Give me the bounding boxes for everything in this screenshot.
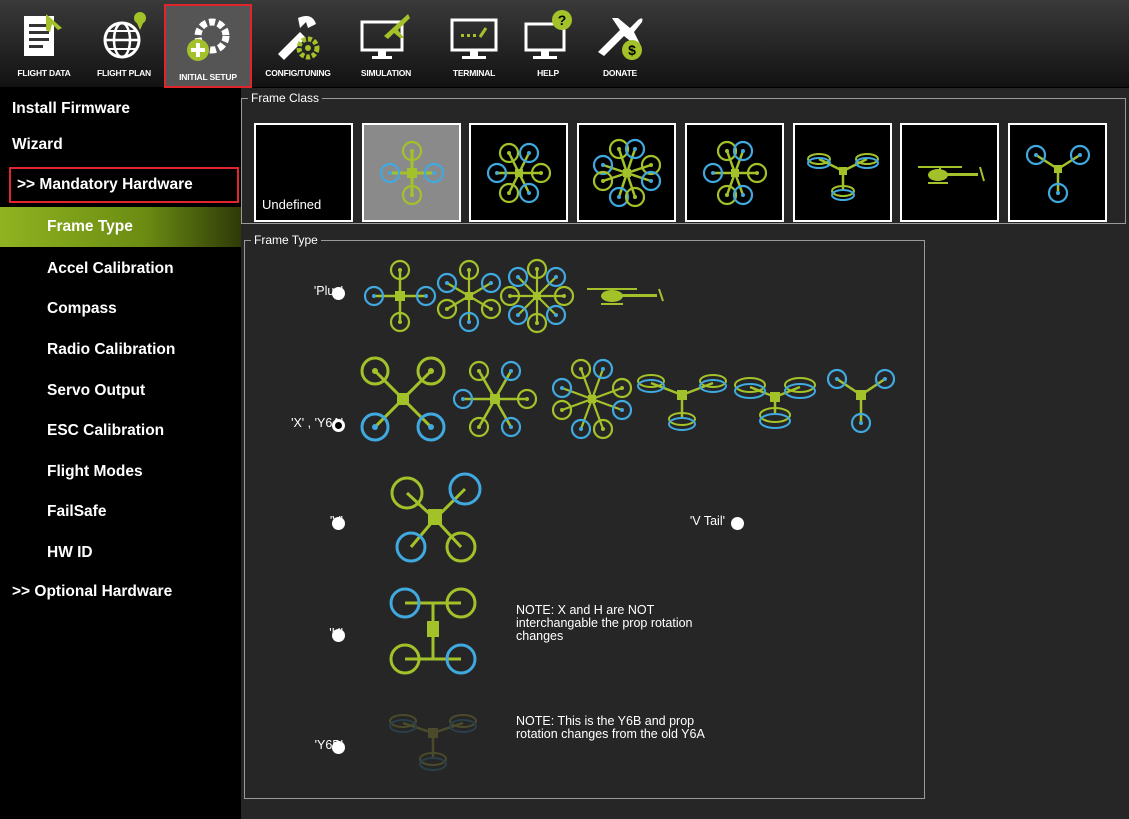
frame-class-hexa[interactable] (469, 123, 568, 222)
simulation-label: SIMULATION (360, 68, 412, 78)
frame-type-v-radio[interactable] (332, 517, 345, 530)
x-y6a-frames-image (360, 356, 896, 442)
donate-icon: $ (598, 18, 643, 60)
hexa-frame-icon (486, 142, 552, 204)
plus-frames-image (363, 258, 664, 334)
main-toolbar: FLIGHT DATA FLIGHT PLAN INITIAL SETUP CO… (0, 0, 1129, 88)
sidebar-item-hw-id[interactable]: HW ID (0, 533, 241, 573)
frame-class-title: Frame Class (248, 91, 323, 105)
frame-setup-panel: Frame Class Undefined Frame Type 'Plus' … (241, 88, 1129, 819)
h-frame-note: NOTE: X and H are NOT interchangable the… (516, 603, 693, 643)
frame-class-heli[interactable] (900, 123, 999, 222)
flight-data-label: FLIGHT DATA (17, 68, 71, 78)
donate-label: DONATE (602, 68, 638, 78)
heli-frame-icon (918, 166, 985, 184)
frame-class-group: Frame Class Undefined (241, 91, 1126, 224)
frame-type-h-radio[interactable] (332, 629, 345, 642)
help-icon: ? (524, 10, 572, 59)
flight-data-icon (24, 14, 62, 56)
sidebar-item-install-firmware[interactable]: Install Firmware (0, 89, 241, 129)
frame-class-octa[interactable] (577, 123, 676, 222)
sidebar-item-flight-modes[interactable]: Flight Modes (0, 452, 241, 492)
simulation-button[interactable]: SIMULATION (346, 2, 426, 84)
tri-frame-icon (1025, 144, 1091, 204)
frame-class-y6[interactable] (793, 123, 892, 222)
frame-type-title: Frame Type (251, 233, 321, 247)
sidebar-item-esc-calibration[interactable]: ESC Calibration (0, 411, 241, 451)
terminal-button[interactable]: TERMINAL (434, 2, 514, 84)
sidebar-item-servo-output[interactable]: Servo Output (0, 371, 241, 411)
y6-frame-icon (807, 153, 879, 201)
initial-setup-icon (187, 18, 230, 61)
frame-type-x-label: 'X' , 'Y6A' (291, 416, 343, 430)
frame-class-tri[interactable] (1008, 123, 1107, 222)
svg-text:?: ? (558, 12, 567, 28)
frame-type-vtail-radio[interactable] (731, 517, 744, 530)
config-tuning-label: CONFIG/TUNING (265, 68, 331, 78)
frame-class-undefined[interactable]: Undefined (254, 123, 353, 222)
quad-frame-icon (379, 140, 445, 206)
help-button[interactable]: ? HELP (508, 2, 588, 84)
flight-plan-icon (103, 12, 146, 59)
initial-setup-label: INITIAL SETUP (179, 72, 237, 82)
frame-type-y6b-radio[interactable] (332, 741, 345, 754)
sidebar-item-accel-calibration[interactable]: Accel Calibration (0, 249, 241, 289)
donate-button[interactable]: $ DONATE (580, 2, 660, 84)
frame-class-quad[interactable] (362, 123, 461, 222)
help-label: HELP (537, 68, 559, 78)
sidebar-item-radio-calibration[interactable]: Radio Calibration (0, 330, 241, 370)
flight-data-button[interactable]: FLIGHT DATA (4, 2, 84, 84)
octa-quad-frame-icon (702, 140, 768, 206)
sidebar-item-optional-hardware[interactable]: >> Optional Hardware (0, 572, 241, 612)
config-tuning-button[interactable]: CONFIG/TUNING (258, 2, 338, 84)
octa-frame-icon (592, 138, 662, 208)
y6b-frame-image (389, 714, 477, 771)
frame-class-undefined-label: Undefined (262, 197, 322, 212)
h-frame-image (389, 587, 477, 675)
sidebar-item-compass[interactable]: Compass (0, 289, 241, 329)
initial-setup-button[interactable]: INITIAL SETUP (164, 4, 252, 88)
svg-text:$: $ (628, 42, 636, 58)
frame-type-group: Frame Type 'Plus' 'X' , 'Y6A' 'V Tail' N… (244, 233, 925, 799)
v-frame-image (390, 472, 482, 563)
setup-sidebar: Install Firmware Wizard >> Mandatory Har… (0, 88, 241, 819)
flight-plan-button[interactable]: FLIGHT PLAN (84, 2, 164, 84)
terminal-icon (450, 18, 498, 59)
sidebar-item-frame-type[interactable]: Frame Type (0, 207, 241, 247)
simulation-icon (360, 14, 410, 59)
sidebar-item-mandatory-hardware[interactable]: >> Mandatory Hardware (9, 167, 239, 203)
flight-plan-label: FLIGHT PLAN (97, 68, 151, 78)
frame-type-plus-radio[interactable] (332, 287, 345, 300)
frame-class-octa-quad[interactable] (685, 123, 784, 222)
terminal-label: TERMINAL (452, 68, 496, 78)
config-tuning-icon (278, 16, 320, 60)
frame-type-vtail-label: 'V Tail' (689, 514, 725, 528)
sidebar-item-failsafe[interactable]: FailSafe (0, 492, 241, 532)
y6b-frame-note: NOTE: This is the Y6B and prop rotation … (516, 714, 705, 741)
frame-type-x-radio[interactable] (332, 419, 345, 432)
sidebar-item-wizard[interactable]: Wizard (0, 125, 241, 165)
